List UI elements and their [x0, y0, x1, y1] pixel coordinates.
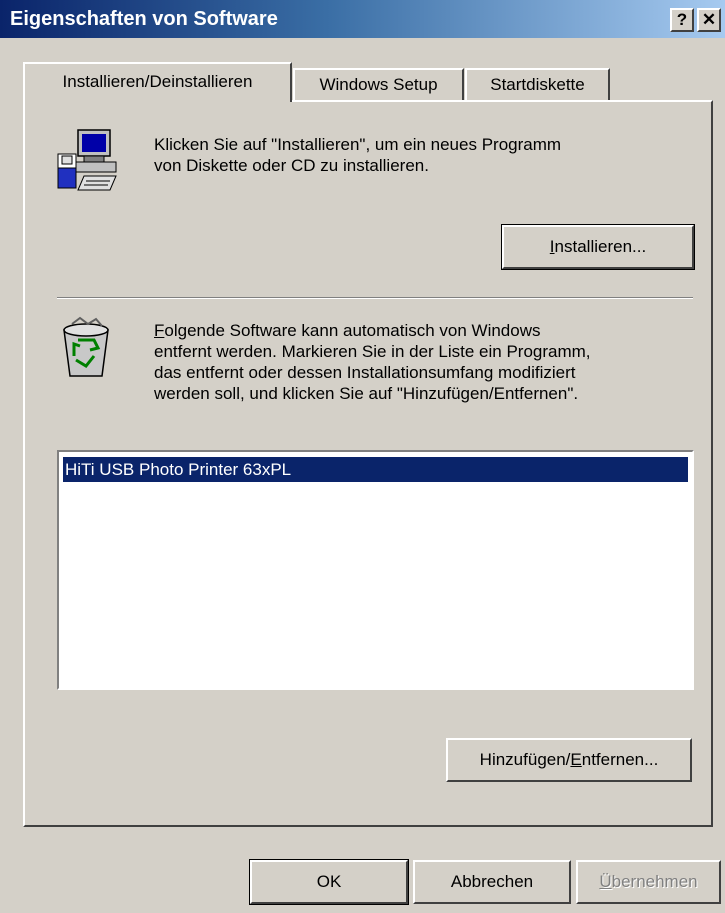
remove-text-line-4: werden soll, und klicken Sie auf "Hinzuf…	[154, 384, 579, 403]
close-button[interactable]: ✕	[697, 8, 721, 32]
install-text-line-1: Klicken Sie auf "Installieren", um ein n…	[154, 135, 562, 154]
install-text-line-2: von Diskette oder CD zu installieren.	[154, 156, 429, 175]
install-button-label: nstallieren...	[554, 237, 647, 256]
add-remove-label-pre: Hinzufügen/	[479, 750, 571, 769]
tab-install-uninstall[interactable]: Installieren/Deinstallieren	[23, 62, 292, 102]
apply-button-label: bernehmen	[611, 872, 698, 891]
window-title: Eigenschaften von Software	[10, 8, 278, 30]
cancel-button[interactable]: Abbrechen	[413, 860, 571, 904]
remove-text-line-3: das entfernt oder dessen Installationsum…	[154, 363, 576, 382]
remove-accel: F	[154, 321, 165, 340]
add-remove-accel: E	[570, 750, 582, 769]
install-button[interactable]: Installieren...	[501, 224, 695, 270]
remove-text-line-1-rest: olgende Software kann automatisch von Wi…	[164, 321, 541, 340]
ok-button[interactable]: OK	[249, 859, 409, 905]
remove-text-line-2: entfernt werden. Markieren Sie in der Li…	[154, 342, 591, 361]
title-bar[interactable]: Eigenschaften von Software ? ✕	[0, 0, 725, 38]
list-item[interactable]: HiTi USB Photo Printer 63xPL	[63, 457, 688, 482]
recycle-bin-icon	[58, 316, 114, 380]
add-remove-button[interactable]: Hinzufügen/Entfernen...	[446, 738, 692, 782]
section-divider	[57, 297, 693, 299]
help-button[interactable]: ?	[670, 8, 694, 32]
remove-text-line-1: Folgende Software kann automatisch von W…	[154, 320, 591, 341]
tab-windows-setup[interactable]: Windows Setup	[293, 68, 464, 100]
tab-startdiskette[interactable]: Startdiskette	[465, 68, 610, 100]
remove-description: Folgende Software kann automatisch von W…	[154, 320, 591, 404]
apply-accel: Ü	[599, 872, 612, 891]
apply-button[interactable]: Übernehmen	[576, 860, 721, 904]
software-listbox[interactable]: HiTi USB Photo Printer 63xPL	[57, 450, 694, 690]
add-remove-label-post: ntfernen...	[581, 750, 659, 769]
computer-install-icon	[54, 128, 124, 194]
install-description: Klicken Sie auf "Installieren", um ein n…	[154, 134, 561, 176]
